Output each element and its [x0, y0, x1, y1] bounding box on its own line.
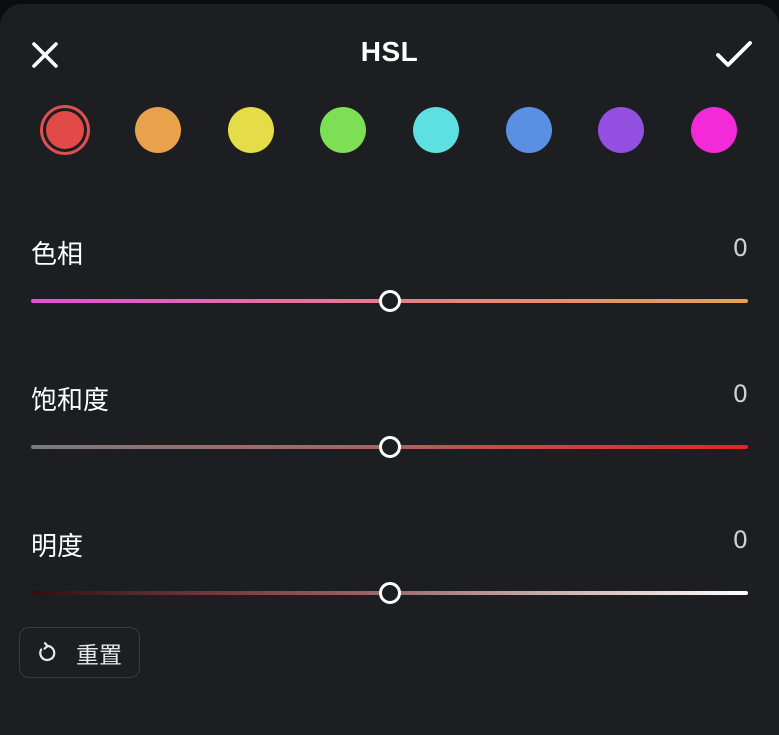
- saturation-value: 0: [732, 380, 748, 408]
- swatch-green[interactable]: [320, 107, 366, 153]
- swatch-cyan[interactable]: [413, 107, 459, 153]
- saturation-thumb[interactable]: [378, 436, 401, 458]
- reset-label: 重置: [76, 642, 122, 669]
- color-swatches: [0, 104, 779, 160]
- swatch-yellow[interactable]: [228, 107, 274, 153]
- swatch-orange[interactable]: [135, 107, 181, 153]
- saturation-label: 饱和度: [31, 386, 110, 416]
- hue-label: 色相: [31, 240, 84, 270]
- saturation-slider-group: 饱和度 0: [0, 380, 779, 490]
- hue-thumb[interactable]: [378, 290, 401, 312]
- lightness-label: 明度: [31, 532, 84, 562]
- panel-header: HSL: [0, 4, 779, 104]
- hue-value: 0: [732, 234, 748, 262]
- lightness-value: 0: [732, 526, 748, 554]
- lightness-thumb[interactable]: [378, 582, 401, 604]
- lightness-slider-group: 明度 0: [0, 526, 779, 636]
- reset-icon: [36, 641, 58, 664]
- hsl-panel: HSL 色相 0 饱和度 0 明度 0 重置: [0, 4, 779, 735]
- swatch-blue[interactable]: [506, 107, 552, 153]
- confirm-button[interactable]: [709, 32, 759, 78]
- swatch-red[interactable]: [46, 111, 84, 149]
- page-title: HSL: [360, 36, 419, 67]
- swatch-magenta[interactable]: [691, 107, 737, 153]
- checkmark-icon: [716, 41, 752, 67]
- swatch-purple[interactable]: [598, 107, 644, 153]
- hue-slider-group: 色相 0: [0, 234, 779, 344]
- reset-button[interactable]: 重置: [19, 627, 140, 678]
